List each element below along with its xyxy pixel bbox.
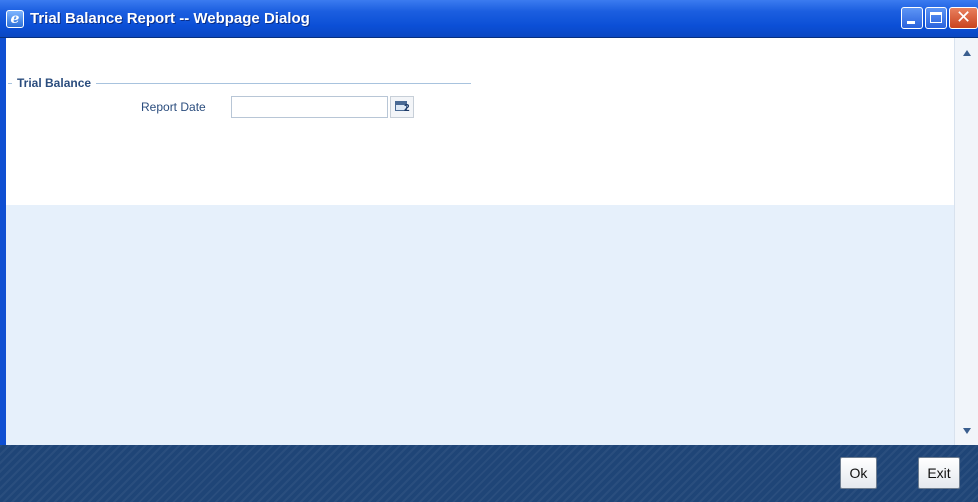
scroll-down-arrow-icon[interactable] bbox=[958, 422, 975, 439]
vertical-scrollbar[interactable] bbox=[954, 38, 978, 445]
close-icon: ✕ bbox=[955, 7, 972, 28]
exit-button[interactable]: Exit bbox=[918, 457, 960, 489]
fieldset-legend: Trial Balance bbox=[12, 76, 97, 91]
calendar-button[interactable]: 2 bbox=[390, 96, 414, 118]
form-panel: Trial Balance Report Date 2 bbox=[6, 38, 954, 205]
report-date-label: Report Date bbox=[141, 100, 206, 114]
maximize-button[interactable] bbox=[925, 7, 947, 29]
close-button[interactable]: ✕ bbox=[949, 7, 978, 29]
footer-bar: Ok Exit bbox=[0, 445, 978, 502]
minimize-button[interactable] bbox=[901, 7, 923, 29]
report-date-input[interactable] bbox=[231, 96, 388, 118]
dialog-content: Trial Balance Report Date 2 bbox=[6, 38, 954, 445]
calendar-icon-badge: 2 bbox=[404, 103, 410, 114]
minimize-icon bbox=[907, 21, 915, 24]
scroll-up-arrow-icon[interactable] bbox=[958, 44, 975, 61]
ie-page-icon: e bbox=[6, 10, 24, 28]
empty-panel bbox=[6, 205, 954, 445]
maximize-icon bbox=[930, 12, 942, 23]
window-title: Trial Balance Report -- Webpage Dialog bbox=[30, 10, 310, 27]
title-bar: e Trial Balance Report -- Webpage Dialog… bbox=[0, 0, 978, 38]
ok-button[interactable]: Ok bbox=[840, 457, 877, 489]
